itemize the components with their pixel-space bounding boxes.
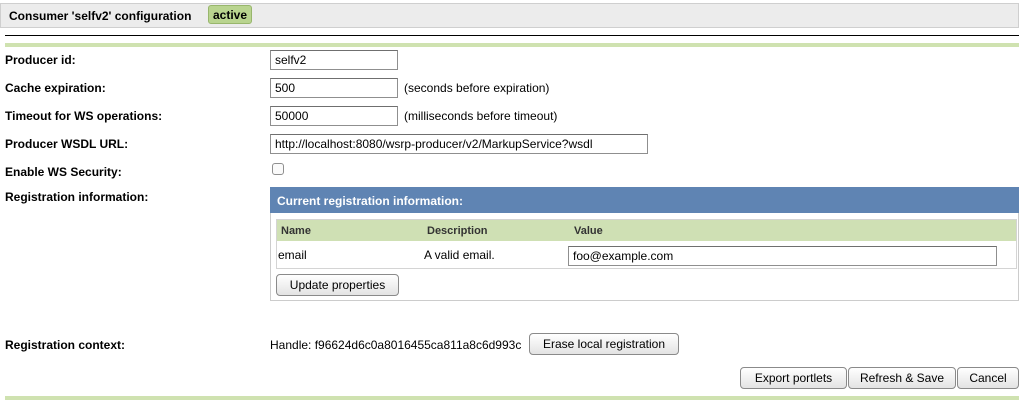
status-badge: active (208, 5, 253, 24)
ws-security-checkbox[interactable] (272, 163, 284, 175)
column-header-name: Name (281, 225, 311, 237)
registration-panel-title: Current registration information: (277, 194, 464, 208)
registration-row-name: email (278, 248, 307, 262)
cache-expiration-label: Cache expiration: (5, 81, 106, 95)
divider-accent (5, 43, 1019, 47)
cache-expiration-hint: (seconds before expiration) (404, 81, 550, 95)
producer-id-label: Producer id: (5, 53, 76, 67)
wsdl-url-input[interactable] (270, 134, 648, 154)
refresh-save-button[interactable]: Refresh & Save (848, 367, 956, 389)
divider (5, 35, 1019, 36)
erase-registration-button[interactable]: Erase local registration (529, 333, 679, 355)
registration-context-label: Registration context: (5, 338, 126, 352)
update-properties-button[interactable]: Update properties (276, 274, 399, 296)
cancel-button[interactable]: Cancel (957, 367, 1019, 389)
timeout-label: Timeout for WS operations: (5, 109, 163, 123)
registration-handle: Handle: f96624d6c0a8016455ca811a8c6d993c (270, 338, 522, 352)
column-header-value: Value (574, 225, 603, 237)
registration-value-input[interactable] (568, 246, 997, 266)
export-portlets-button[interactable]: Export portlets (740, 367, 847, 389)
registration-table-header (277, 220, 1016, 241)
timeout-hint: (milliseconds before timeout) (404, 109, 558, 123)
registration-row-description: A valid email. (424, 248, 495, 262)
timeout-input[interactable] (270, 106, 398, 126)
producer-id-input[interactable] (270, 50, 398, 70)
registration-info-label: Registration information: (5, 190, 149, 204)
column-header-description: Description (427, 225, 488, 237)
footer-divider (5, 396, 1019, 400)
cache-expiration-input[interactable] (270, 78, 398, 98)
wsdl-url-label: Producer WSDL URL: (5, 137, 129, 151)
page-title: Consumer 'selfv2' configuration (9, 9, 192, 23)
ws-security-label: Enable WS Security: (5, 165, 122, 179)
